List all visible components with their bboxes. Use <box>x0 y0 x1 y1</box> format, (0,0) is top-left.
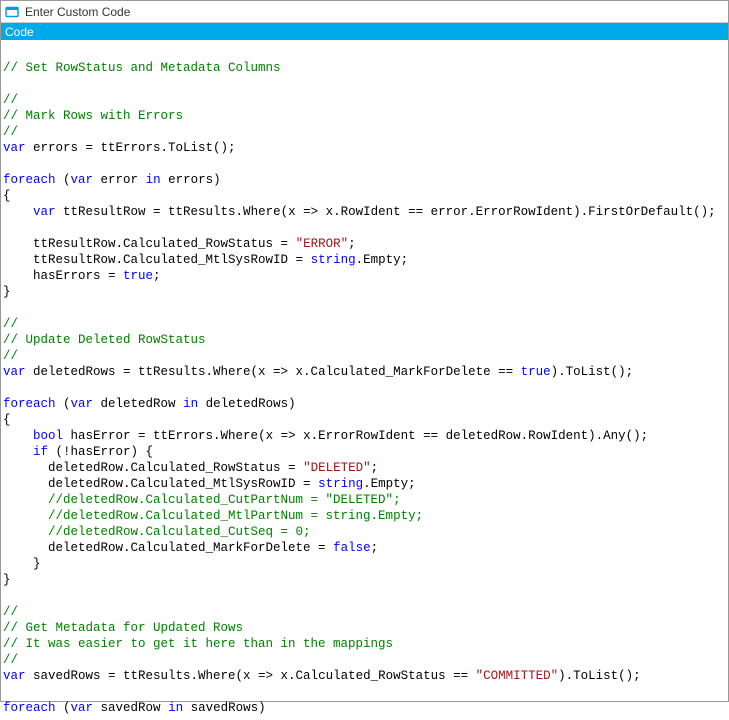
code-token: deletedRow.Calculated_RowStatus = <box>3 461 303 475</box>
code-token: ; <box>371 541 379 555</box>
code-token: var <box>33 205 56 219</box>
code-token: deletedRows) <box>198 397 296 411</box>
code-token: errors) <box>161 173 221 187</box>
code-token: var <box>71 397 94 411</box>
code-token <box>3 429 33 443</box>
code-token: if <box>33 445 48 459</box>
code-editor[interactable]: // Set RowStatus and Metadata Columns //… <box>1 40 728 720</box>
code-token: deletedRow.Calculated_MarkForDelete = <box>3 541 333 555</box>
code-token: "ERROR" <box>296 237 349 251</box>
code-token: ( <box>56 173 71 187</box>
code-token: ttResultRow = ttResults.Where(x => x.Row… <box>56 205 716 219</box>
tab-code[interactable]: Code <box>5 25 34 39</box>
code-line: // <box>3 317 18 331</box>
code-token: false <box>333 541 371 555</box>
code-token: ; <box>348 237 356 251</box>
code-token: var <box>71 173 94 187</box>
code-line: } <box>3 573 11 587</box>
code-token: deletedRows = ttResults.Where(x => x.Cal… <box>26 365 521 379</box>
code-token: ttResultRow.Calculated_RowStatus = <box>3 237 296 251</box>
code-line: // <box>3 125 18 139</box>
code-line: { <box>3 413 11 427</box>
window-titlebar[interactable]: Enter Custom Code <box>1 1 728 23</box>
code-token: savedRows = ttResults.Where(x => x.Calcu… <box>26 669 476 683</box>
code-token: var <box>3 365 26 379</box>
code-line: } <box>3 285 11 299</box>
code-token: .Empty; <box>356 253 409 267</box>
code-token: ).ToList(); <box>558 669 641 683</box>
code-token: var <box>71 701 94 715</box>
code-token: hasError = ttErrors.Where(x => x.ErrorRo… <box>63 429 648 443</box>
code-token: savedRow <box>93 701 168 715</box>
code-token: deletedRow.Calculated_MtlSysRowID = <box>3 477 318 491</box>
code-line: // Mark Rows with Errors <box>3 109 183 123</box>
code-token <box>3 205 33 219</box>
code-token: .Empty; <box>363 477 416 491</box>
code-line: //deletedRow.Calculated_CutSeq = 0; <box>3 525 311 539</box>
code-token: ; <box>153 269 161 283</box>
code-token: bool <box>33 429 63 443</box>
code-token: savedRows) <box>183 701 266 715</box>
code-token: string <box>311 253 356 267</box>
code-token: string <box>318 477 363 491</box>
tab-bar: Code <box>1 23 728 40</box>
code-token: error <box>93 173 146 187</box>
code-line: // Set RowStatus and Metadata Columns <box>3 61 281 75</box>
code-token: foreach <box>3 173 56 187</box>
code-line: { <box>3 189 11 203</box>
code-token: (!hasError) { <box>48 445 153 459</box>
code-token: in <box>146 173 161 187</box>
code-token: true <box>521 365 551 379</box>
code-token: foreach <box>3 701 56 715</box>
code-line: // Update Deleted RowStatus <box>3 333 206 347</box>
code-token: deletedRow <box>93 397 183 411</box>
code-token: hasErrors = <box>3 269 123 283</box>
code-line: // <box>3 653 18 667</box>
code-token: foreach <box>3 397 56 411</box>
code-token: true <box>123 269 153 283</box>
window-icon <box>5 5 19 19</box>
code-token: ttResultRow.Calculated_MtlSysRowID = <box>3 253 311 267</box>
code-line: // <box>3 93 18 107</box>
code-token: ( <box>56 701 71 715</box>
window-title: Enter Custom Code <box>25 5 130 19</box>
code-token: in <box>183 397 198 411</box>
code-line: //deletedRow.Calculated_CutPartNum = "DE… <box>3 493 401 507</box>
code-token: ( <box>56 397 71 411</box>
code-line: //deletedRow.Calculated_MtlPartNum = str… <box>3 509 423 523</box>
code-line: } <box>3 557 41 571</box>
code-token: var <box>3 669 26 683</box>
code-line: // Get Metadata for Updated Rows <box>3 621 243 635</box>
code-token: "COMMITTED" <box>476 669 559 683</box>
code-token <box>3 445 33 459</box>
code-token: "DELETED" <box>303 461 371 475</box>
code-token: ; <box>371 461 379 475</box>
code-token: var <box>3 141 26 155</box>
code-token: ).ToList(); <box>551 365 634 379</box>
code-token: in <box>168 701 183 715</box>
code-token: errors = ttErrors.ToList(); <box>26 141 236 155</box>
code-line: // It was easier to get it here than in … <box>3 637 393 651</box>
code-line: // <box>3 605 18 619</box>
code-line: // <box>3 349 18 363</box>
